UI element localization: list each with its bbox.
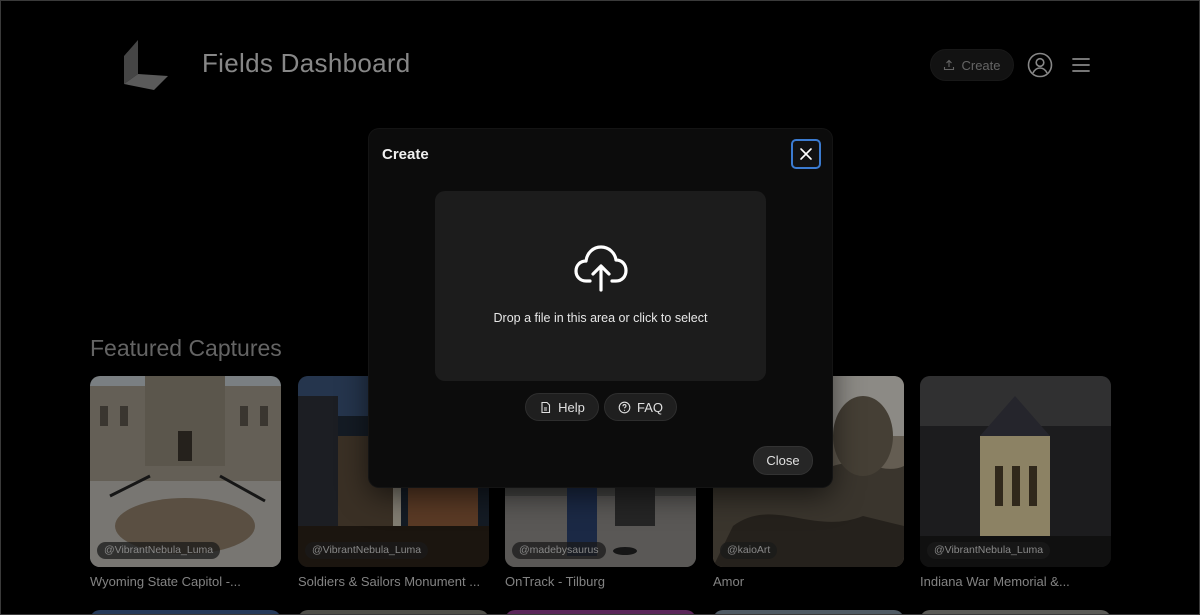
help-button-label: Help	[558, 399, 585, 415]
cloud-upload-icon	[574, 245, 628, 292]
close-button[interactable]: Close	[753, 446, 813, 475]
question-circle-icon	[618, 401, 631, 413]
app-root: Fields Dashboard Create Featured Capture…	[0, 0, 1200, 615]
close-icon	[800, 148, 812, 160]
dropzone-text: Drop a file in this area or click to sel…	[493, 311, 708, 325]
faq-button-label: FAQ	[636, 399, 663, 415]
close-button-label: Close	[766, 453, 800, 468]
create-modal: Create Drop a file in this area or click…	[369, 129, 832, 487]
faq-button[interactable]: FAQ	[604, 393, 677, 421]
modal-title: Create	[382, 146, 429, 163]
modal-close-icon-button[interactable]	[791, 139, 821, 169]
file-dropzone[interactable]: Drop a file in this area or click to sel…	[435, 191, 766, 381]
document-icon	[541, 401, 551, 413]
help-button[interactable]: Help	[525, 393, 599, 421]
